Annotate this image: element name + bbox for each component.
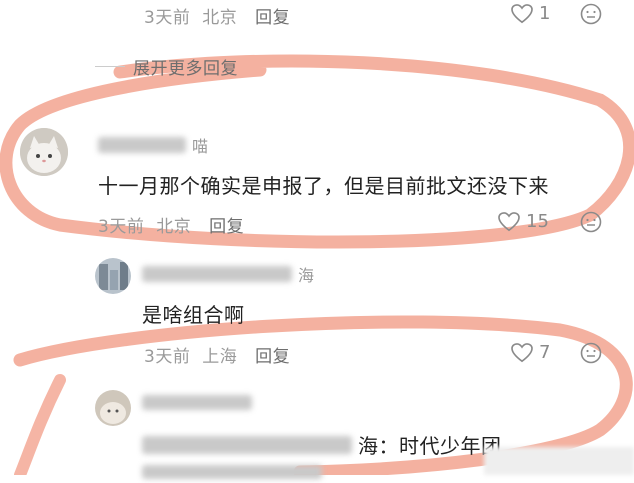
like-count: 15: [526, 211, 549, 232]
comment-meta: 3天前 北京 回复: [144, 3, 290, 28]
comment-time: 3天前: [98, 217, 145, 237]
comment-location: 北京: [202, 8, 238, 28]
expand-label: 展开更多回复: [133, 59, 238, 79]
comment-text: 是啥组合啊: [142, 303, 245, 327]
emoji-icon[interactable]: [580, 211, 602, 233]
cat-avatar-icon: [95, 390, 131, 426]
comment-meta: 3天前 北京 回复: [98, 212, 244, 237]
username-visible: 海: [298, 266, 315, 285]
avatar[interactable]: [95, 258, 131, 294]
like-button[interactable]: 15: [498, 211, 549, 232]
cat-avatar-icon: [20, 128, 68, 176]
username[interactable]: 喵: [98, 133, 208, 157]
like-button[interactable]: 1: [511, 3, 550, 24]
avatar[interactable]: [95, 390, 131, 426]
like-button[interactable]: 7: [511, 342, 550, 363]
comment-location: 北京: [156, 217, 192, 237]
comment-text-redacted-line2: [142, 464, 322, 483]
reply-button[interactable]: 回复: [255, 347, 290, 367]
comment-time: 3天前: [144, 347, 191, 367]
username[interactable]: 海: [142, 262, 314, 286]
text-redacted: [142, 435, 352, 454]
reply-button[interactable]: 回复: [255, 8, 290, 28]
username[interactable]: [142, 395, 252, 414]
watermark-block: [484, 447, 634, 475]
like-count: 1: [539, 3, 551, 24]
expand-more-replies[interactable]: 展开更多回复: [95, 54, 238, 79]
username-visible: 喵: [192, 137, 209, 156]
heart-icon: [511, 3, 533, 23]
heart-icon: [511, 342, 533, 362]
comment-time: 3天前: [144, 8, 191, 28]
username-redacted: [142, 266, 292, 282]
reply-button[interactable]: 回复: [209, 217, 244, 237]
comment-text-row: 海：时代少年团: [142, 430, 502, 459]
comment-meta: 3天前 上海 回复: [144, 342, 290, 367]
expand-divider: [95, 66, 125, 67]
emoji-icon[interactable]: [580, 3, 602, 25]
building-avatar-icon: [95, 258, 131, 294]
heart-icon: [498, 211, 520, 231]
username-redacted: [98, 137, 186, 153]
username-redacted: [142, 395, 252, 410]
like-count: 7: [539, 342, 551, 363]
comment-text: 十一月那个确实是申报了，但是目前批文还没下来: [98, 174, 549, 198]
avatar[interactable]: [20, 128, 68, 176]
comment-text: 海：时代少年团: [358, 434, 502, 458]
emoji-icon[interactable]: [580, 342, 602, 364]
comment-location: 上海: [202, 347, 238, 367]
